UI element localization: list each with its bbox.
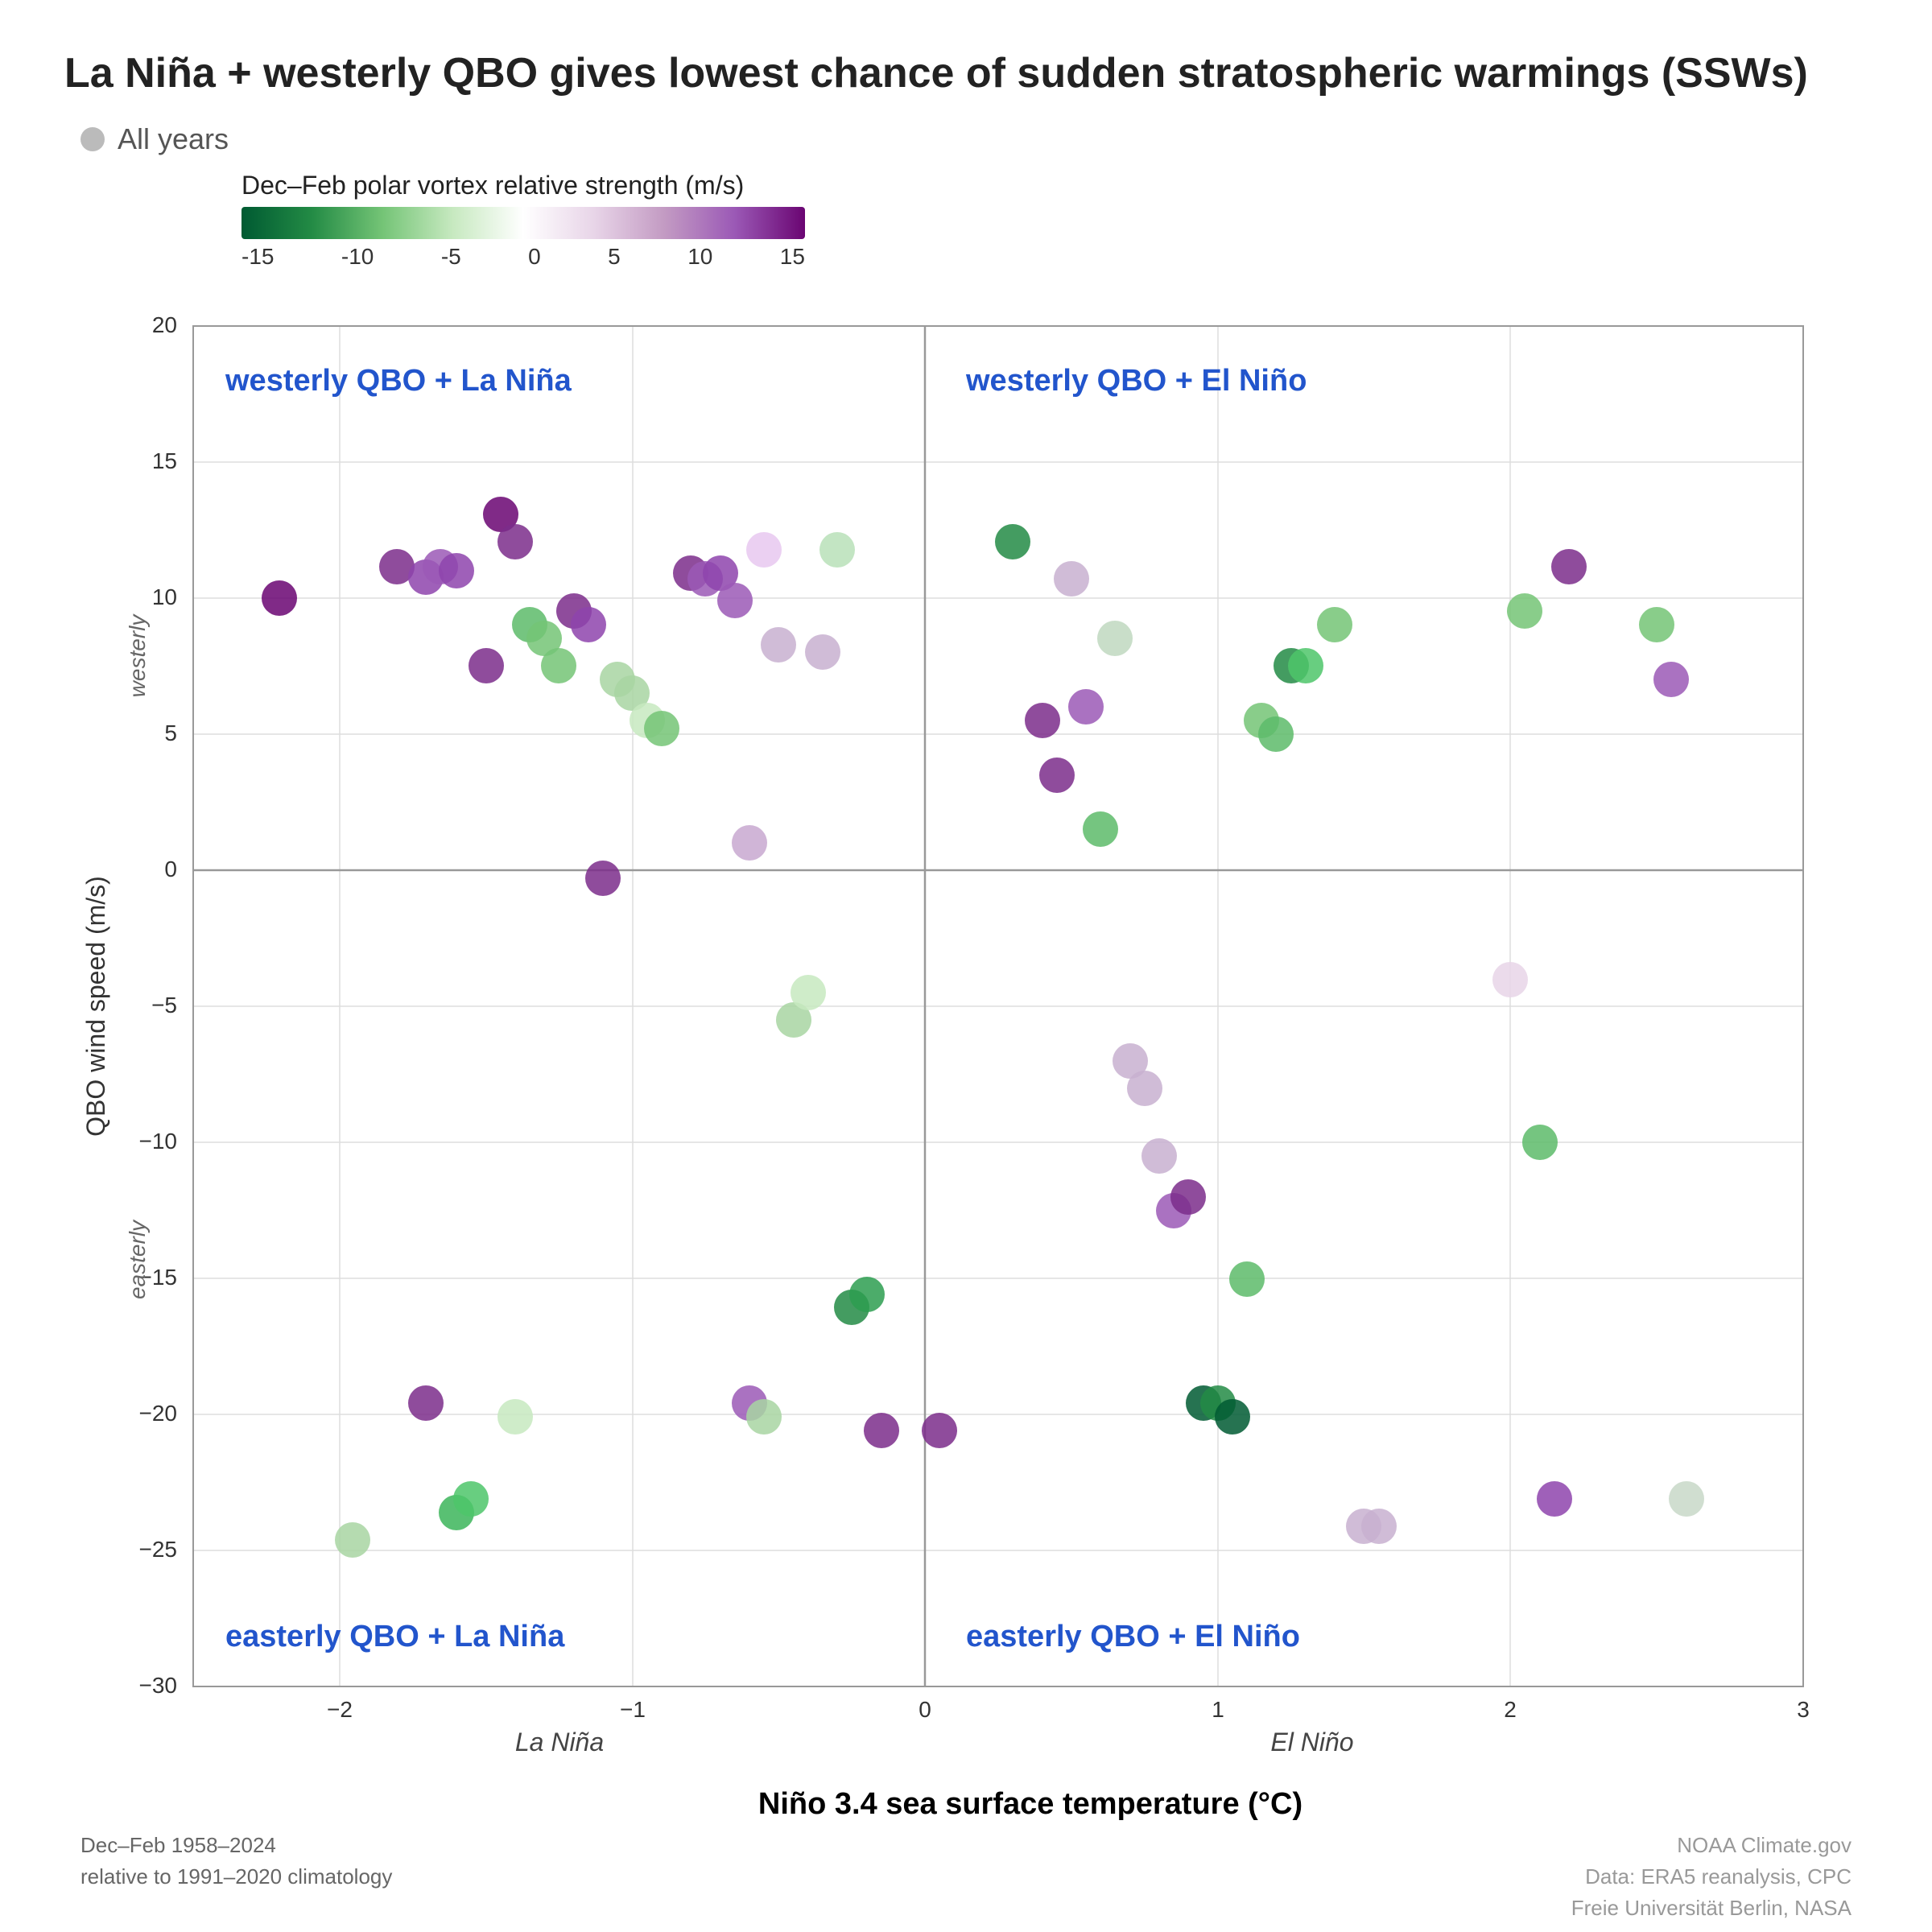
colorbar-ticks: -15 -10 -5 0 5 10 15 <box>242 244 805 270</box>
all-years-text: All years <box>118 122 229 156</box>
footer-left-line1: Dec–Feb 1958–2024 <box>80 1830 392 1861</box>
svg-text:−2: −2 <box>327 1697 353 1722</box>
colorbar-tick: 10 <box>687 244 712 270</box>
footer-right-line2: Data: ERA5 reanalysis, CPC <box>1571 1861 1852 1893</box>
svg-text:La Niña: La Niña <box>515 1728 604 1757</box>
svg-text:10: 10 <box>152 584 177 609</box>
colorbar-title: Dec–Feb polar vortex relative strength (… <box>242 171 1868 200</box>
svg-text:1: 1 <box>1212 1697 1224 1722</box>
colorbar-gradient <box>242 207 805 239</box>
scatter-plot: 20 15 10 5 0 −5 −10 −15 −20 −25 −30 −2 −… <box>64 294 1868 1783</box>
quadrant-bottom-right: easterly QBO + El Niño <box>966 1620 1300 1653</box>
quadrant-top-left: westerly QBO + La Niña <box>225 364 572 398</box>
svg-text:20: 20 <box>152 312 177 337</box>
colorbar-tick: -5 <box>441 244 461 270</box>
chart-area: 20 15 10 5 0 −5 −10 −15 −20 −25 −30 −2 −… <box>64 294 1868 1822</box>
colorbar-tick: -10 <box>341 244 374 270</box>
svg-text:5: 5 <box>164 720 177 745</box>
footer-right: NOAA Climate.gov Data: ERA5 reanalysis, … <box>1571 1830 1852 1924</box>
svg-text:−30: −30 <box>139 1673 178 1698</box>
svg-text:−20: −20 <box>139 1401 178 1426</box>
all-years-dot <box>80 127 105 151</box>
footer: Dec–Feb 1958–2024 relative to 1991–2020 … <box>64 1830 1868 1924</box>
colorbar-container: Dec–Feb polar vortex relative strength (… <box>242 171 1868 270</box>
svg-text:0: 0 <box>164 857 177 881</box>
footer-left-line2: relative to 1991–2020 climatology <box>80 1861 392 1893</box>
footer-right-line3: Freie Universität Berlin, NASA <box>1571 1893 1852 1924</box>
svg-text:El Niño: El Niño <box>1270 1728 1353 1757</box>
quadrant-top-right: westerly QBO + El Niño <box>965 364 1307 398</box>
svg-text:QBO wind speed (m/s): QBO wind speed (m/s) <box>81 877 110 1137</box>
svg-text:15: 15 <box>152 448 177 473</box>
colorbar-tick: 5 <box>608 244 621 270</box>
quadrant-bottom-left: easterly QBO + La Niña <box>225 1620 565 1653</box>
svg-text:−5: −5 <box>151 993 177 1018</box>
all-years-legend: All years <box>80 122 1868 156</box>
footer-right-line1: NOAA Climate.gov <box>1571 1830 1852 1861</box>
chart-title: La Niña + westerly QBO gives lowest chan… <box>64 48 1868 98</box>
x-axis-label: Niño 3.4 sea surface temperature (°C) <box>193 1787 1868 1822</box>
svg-text:3: 3 <box>1797 1697 1810 1722</box>
colorbar-wrapper: -15 -10 -5 0 5 10 15 <box>242 207 805 270</box>
colorbar-tick: 0 <box>528 244 541 270</box>
svg-text:−1: −1 <box>620 1697 646 1722</box>
svg-text:0: 0 <box>919 1697 931 1722</box>
svg-text:2: 2 <box>1504 1697 1517 1722</box>
colorbar-tick: -15 <box>242 244 274 270</box>
footer-left: Dec–Feb 1958–2024 relative to 1991–2020 … <box>80 1830 392 1924</box>
legend-area: All years Dec–Feb polar vortex relative … <box>64 122 1868 278</box>
svg-text:easterly: easterly <box>125 1219 150 1299</box>
svg-text:−25: −25 <box>139 1537 178 1562</box>
colorbar-tick: 15 <box>780 244 805 270</box>
svg-text:−10: −10 <box>139 1129 178 1154</box>
svg-text:westerly: westerly <box>125 613 150 698</box>
